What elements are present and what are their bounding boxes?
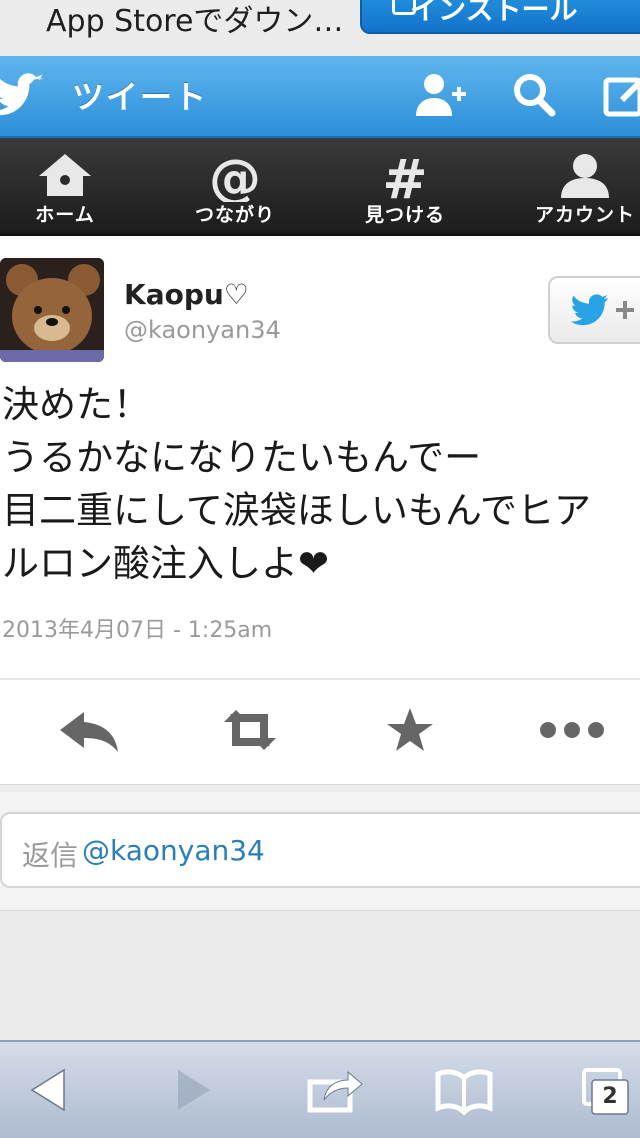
avatar[interactable] xyxy=(0,258,104,362)
tweet-text: 決めた！ うるかなになりたいもんでー 目二重にして涙袋ほしいもんでヒア ルロン酸… xyxy=(2,378,632,590)
nav-connect[interactable]: @ つながり xyxy=(160,138,310,234)
app-store-banner: App Storeでダウン… インストール xyxy=(0,0,640,56)
install-button[interactable]: インストール xyxy=(360,0,640,34)
twitter-bird-icon[interactable] xyxy=(0,72,56,118)
reply-section: 返信 @kaonyan34 xyxy=(0,792,640,911)
nav-home[interactable]: ホーム xyxy=(0,138,140,234)
tweet-text-line: うるかなになりたいもんでー xyxy=(2,436,482,479)
search-icon[interactable] xyxy=(508,70,564,122)
svg-text:#: # xyxy=(382,152,427,202)
tweet-text-line: ルロン酸注入しよ❤ xyxy=(2,542,330,585)
back-arrow-icon[interactable] xyxy=(18,1062,82,1118)
twitter-header: ツイート xyxy=(0,56,640,138)
retweet-icon[interactable] xyxy=(210,702,290,758)
reply-mention: @kaonyan34 xyxy=(82,834,265,867)
main-nav: ホーム @ つながり # 見つける アカウント xyxy=(0,138,640,236)
svg-text:@: @ xyxy=(209,152,261,202)
forward-arrow-icon[interactable] xyxy=(160,1062,224,1118)
tweet-text-line: 決めた！ xyxy=(2,383,150,426)
compose-icon[interactable] xyxy=(600,70,640,122)
follow-button[interactable] xyxy=(548,276,640,344)
reply-input[interactable]: 返信 @kaonyan34 xyxy=(0,812,640,888)
bookmarks-icon[interactable] xyxy=(432,1062,496,1118)
tabs-button[interactable]: 2 xyxy=(572,1062,636,1118)
banner-text: App Storeでダウン… xyxy=(46,4,344,39)
browser-toolbar: 2 xyxy=(0,1040,640,1138)
divider xyxy=(0,678,640,680)
person-icon xyxy=(561,154,609,198)
page-title: ツイート xyxy=(72,78,209,116)
follow-bird-plus-icon xyxy=(571,294,634,326)
home-icon xyxy=(39,154,91,196)
nav-discover-label: 見つける xyxy=(364,204,445,226)
tweet-card: Kaopu♡ @kaonyan34 決めた！ うるかなになりたいもんでー 目二重… xyxy=(0,236,640,785)
nav-account[interactable]: アカウント xyxy=(510,138,640,234)
bear-avatar-image xyxy=(0,258,104,362)
tabs-count: 2 xyxy=(602,1084,618,1109)
at-sign-icon: @ xyxy=(209,152,261,202)
nav-account-label: アカウント xyxy=(534,204,635,226)
hashtag-icon: # xyxy=(382,152,427,202)
user-handle[interactable]: @kaonyan34 xyxy=(124,316,281,344)
add-user-icon[interactable] xyxy=(412,70,468,122)
share-icon[interactable] xyxy=(302,1062,366,1118)
display-name[interactable]: Kaopu♡ xyxy=(124,278,249,311)
reply-icon[interactable] xyxy=(50,702,130,758)
nav-connect-label: つながり xyxy=(194,204,275,226)
install-button-label: インストール xyxy=(410,0,578,26)
tweet-text-line: 目二重にして涙袋ほしいもんでヒア xyxy=(2,489,592,532)
nav-discover[interactable]: # 見つける xyxy=(330,138,480,234)
tweet-timestamp[interactable]: 2013年4月07日 - 1:25am xyxy=(2,612,272,644)
nav-home-label: ホーム xyxy=(35,204,95,226)
more-options-icon[interactable] xyxy=(532,702,612,758)
reply-prefix: 返信 xyxy=(22,839,79,872)
favorite-star-icon[interactable] xyxy=(370,702,450,758)
